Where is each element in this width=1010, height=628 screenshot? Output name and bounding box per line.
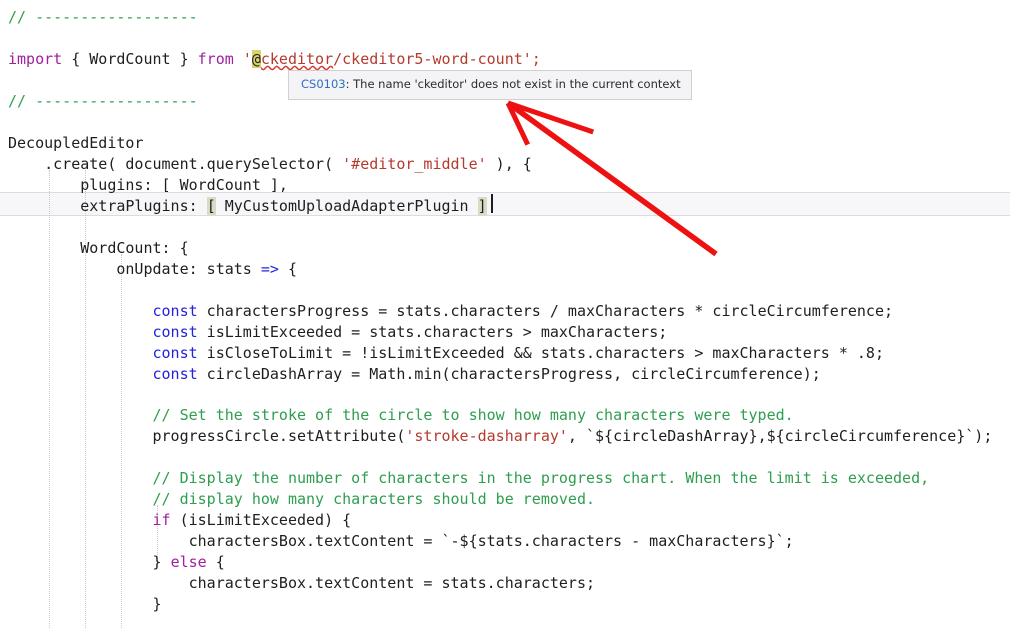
code-line[interactable]: // display how many characters should be… — [8, 489, 596, 510]
code-token: plugins: [ WordCount ], — [8, 176, 288, 194]
code-token: else — [170, 553, 207, 571]
code-line[interactable]: plugins: [ WordCount ], — [8, 175, 288, 196]
code-token: { WordCount } — [62, 50, 198, 68]
code-token: ' — [242, 50, 252, 68]
code-line[interactable]: charactersBox.textContent = `-${stats.ch… — [8, 531, 794, 552]
code-token: const — [152, 302, 198, 320]
arrow-barb-lower — [505, 101, 530, 146]
code-line[interactable]: // ------------------ — [8, 7, 198, 28]
code-token: .create( document.querySelector( — [8, 155, 343, 173]
code-token: ), { — [486, 155, 532, 173]
error-separator: : — [345, 77, 354, 91]
code-token: , `${circleDashArray},${circleCircumfere… — [567, 427, 993, 445]
code-token: onUpdate: stats — [8, 260, 261, 278]
code-line[interactable]: progressCircle.setAttribute('stroke-dash… — [8, 426, 992, 447]
code-line[interactable]: const circleDashArray = Math.min(charact… — [8, 364, 821, 385]
code-token: charactersProgress = stats.characters / … — [197, 302, 894, 320]
code-line[interactable]: if (isLimitExceeded) { — [8, 510, 352, 531]
code-token: WordCount: { — [8, 239, 189, 257]
code-line[interactable]: } — [8, 594, 162, 615]
code-token: isCloseToLimit = !isLimitExceeded && sta… — [197, 344, 884, 362]
code-token: const — [152, 344, 198, 362]
code-token: '#editor_middle' — [342, 155, 487, 173]
code-token: 'stroke-dasharray' — [405, 427, 568, 445]
code-line[interactable]: // ------------------ — [8, 91, 198, 112]
code-token: circleDashArray = Math.min(charactersPro… — [197, 365, 821, 383]
code-line[interactable]: onUpdate: stats => { — [8, 259, 297, 280]
code-token: // ------------------ — [8, 8, 198, 26]
text-caret — [491, 194, 493, 213]
code-token: (isLimitExceeded) { — [170, 511, 352, 529]
error-tooltip: CS0103: The name 'ckeditor' does not exi… — [288, 70, 692, 100]
code-token: DecoupledEditor — [8, 134, 144, 152]
code-token: isLimitExceeded = stats.characters > max… — [197, 323, 668, 341]
code-token: @ — [251, 50, 261, 68]
code-editor-surface[interactable]: // ------------------ import { WordCount … — [0, 0, 1010, 628]
code-token: // ------------------ — [8, 92, 198, 110]
code-line[interactable]: WordCount: { — [8, 238, 189, 259]
error-code: CS0103 — [301, 77, 346, 91]
code-token: import — [8, 50, 63, 68]
code-token: /ckeditor5-word-count'; — [333, 50, 541, 68]
error-message: The name 'ckeditor' does not exist in th… — [353, 77, 681, 91]
code-token: } — [8, 553, 171, 571]
code-token: const — [152, 323, 198, 341]
code-token: // Set the stroke of the circle to show … — [152, 406, 794, 424]
code-token: charactersBox.textContent = `-${stats.ch… — [8, 532, 794, 550]
code-token: const — [152, 365, 198, 383]
code-line[interactable]: } else { — [8, 552, 225, 573]
code-token: charactersBox.textContent = stats.charac… — [8, 574, 595, 592]
code-line[interactable]: // Display the number of characters in t… — [8, 468, 930, 489]
code-token: // Display the number of characters in t… — [152, 469, 930, 487]
code-line[interactable]: import { WordCount } from '@ckeditor/cke… — [8, 49, 541, 70]
code-token: { — [206, 553, 225, 571]
code-token: [ — [206, 197, 216, 215]
code-line[interactable]: charactersBox.textContent = stats.charac… — [8, 573, 595, 594]
code-token: progressCircle.setAttribute( — [8, 427, 406, 445]
code-token: => — [260, 260, 279, 278]
code-line[interactable]: .create( document.querySelector( '#edito… — [8, 154, 532, 175]
code-token: { — [278, 260, 297, 278]
code-token: // display how many characters should be… — [152, 490, 596, 508]
code-line[interactable]: const isLimitExceeded = stats.characters… — [8, 322, 668, 343]
code-token: } — [8, 595, 162, 613]
code-line[interactable]: // Set the stroke of the circle to show … — [8, 405, 794, 426]
code-token: if — [152, 511, 171, 529]
code-line[interactable]: DecoupledEditor — [8, 133, 143, 154]
code-line[interactable]: const isCloseToLimit = !isLimitExceeded … — [8, 343, 885, 364]
code-token: MyCustomUploadAdapterPlugin — [215, 197, 478, 215]
arrow-shaft — [506, 100, 718, 257]
arrow-barb-upper — [507, 100, 595, 135]
code-line[interactable]: extraPlugins: [ MyCustomUploadAdapterPlu… — [8, 196, 487, 217]
code-token: extraPlugins: — [8, 197, 207, 215]
code-token: ] — [477, 197, 487, 215]
code-token: ckeditor — [260, 50, 334, 68]
code-line[interactable]: const charactersProgress = stats.charact… — [8, 301, 894, 322]
code-token: from — [197, 50, 234, 68]
